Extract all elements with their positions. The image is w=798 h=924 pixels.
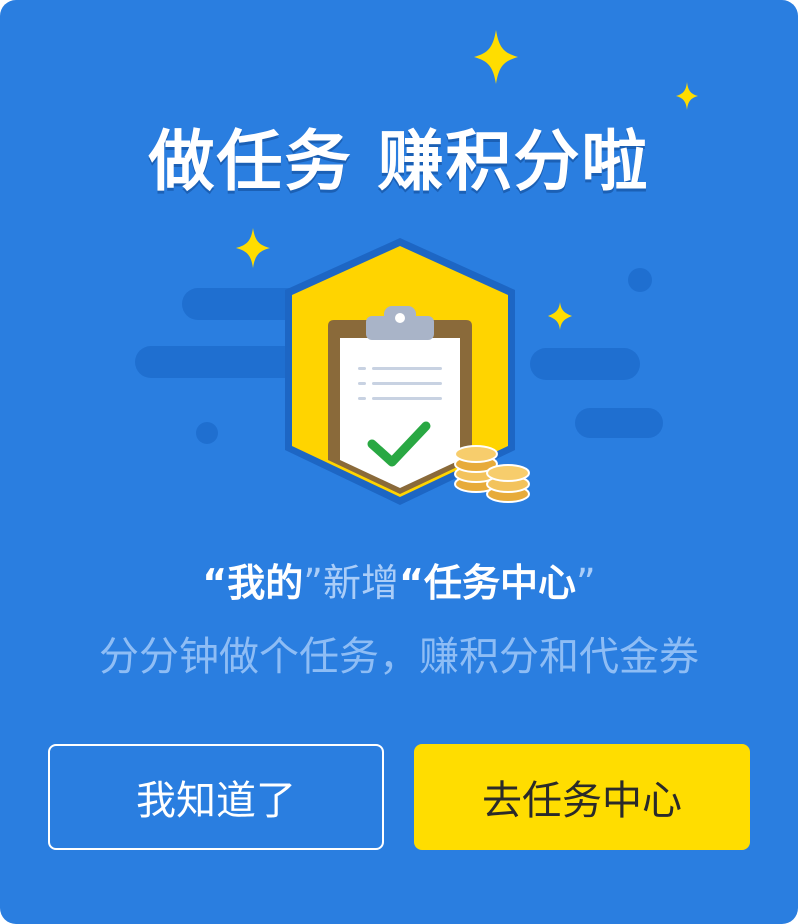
sparkle-icon: [676, 82, 698, 110]
illustration: [135, 30, 698, 505]
tab-name: 我的: [227, 561, 304, 605]
dialog-subtitle: 分分钟做个任务，赚积分和代金券: [99, 634, 699, 680]
quote-mark: “: [399, 561, 424, 605]
quote-mark: ”: [576, 561, 596, 605]
notice-line: “我的”新增“任务中心”: [0, 552, 798, 607]
quote-mark: “: [202, 561, 228, 605]
sparkle-icon: [474, 30, 518, 84]
clipboard-icon: [328, 306, 472, 494]
notice-verb: 新增: [322, 561, 399, 605]
task-center-dialog: 做任务 赚积分啦 “我的”新增“任务中心” 分分钟做个任务，赚积分和代金券 我知…: [0, 0, 798, 924]
dismiss-button[interactable]: 我知道了: [48, 744, 384, 850]
feature-name: 任务中心: [423, 561, 576, 605]
dialog-title: 做任务 赚积分啦: [148, 123, 650, 200]
go-to-task-center-button[interactable]: 去任务中心: [414, 744, 750, 850]
sparkle-icon: [548, 302, 572, 330]
quote-mark: ”: [303, 561, 323, 605]
sparkle-icon: [236, 228, 270, 268]
coins-icon: [454, 445, 530, 503]
